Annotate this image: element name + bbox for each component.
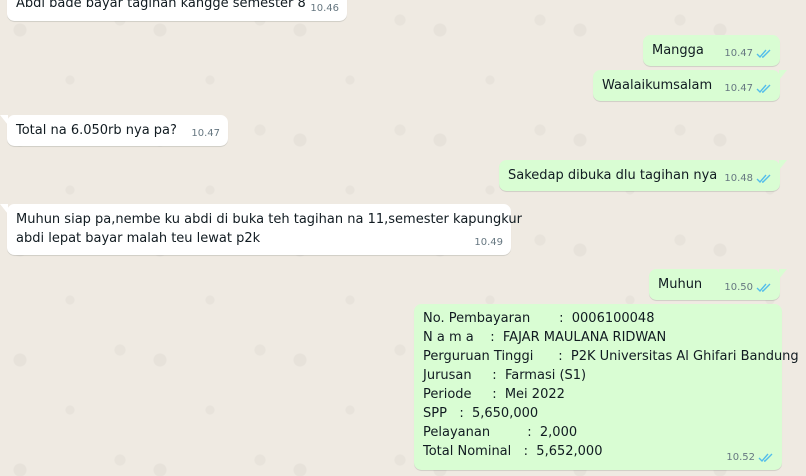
message-text: Total na 6.050rb nya pa? [16,123,177,138]
chat-conversation: Abdi bade bayar tagihan kangge semester … [0,0,806,476]
bill-line-name: N a m a : FAJAR MAULANA RIDWAN [423,330,667,345]
bill-line-major: Jurusan : Farmasi (S1) [423,368,587,383]
message-meta: 10.50 [724,278,772,297]
message-meta: 10.46 [310,0,339,18]
message-time: 10.46 [310,3,339,14]
read-ticks-icon [756,49,771,59]
message-time: 10.47 [724,83,753,94]
bill-line-period: Periode : Mei 2022 [423,387,565,402]
message-text: Abdi bade bayar tagihan kangge semester … [16,0,306,11]
message-meta: 10.49 [474,233,503,252]
read-ticks-icon [758,453,773,463]
bill-line-total: Total Nominal : 5,652,000 [423,444,603,459]
message-time: 10.47 [724,48,753,59]
message-time: 10.52 [726,452,755,463]
bill-line-service: Pelayanan : 2,000 [423,425,578,440]
message-meta: 10.47 [724,44,772,63]
incoming-message[interactable]: Abdi bade bayar tagihan kangge semester … [7,0,347,21]
bill-line-university: Perguruan Tinggi : P2K Universitas Al Gh… [423,349,799,364]
message-text-line-2: abdi lepat bayar malah teu lewat p2k [16,231,261,246]
bill-line-spp: SPP : 5,650,000 [423,406,539,421]
outgoing-message[interactable]: Sakedap dibuka dlu tagihan nya 10.48 [499,160,787,191]
message-meta: 10.47 [724,79,772,98]
read-ticks-icon [756,174,771,184]
read-ticks-icon [756,283,771,293]
message-text-line-1: Muhun siap pa,nembe ku abdi di buka teh … [16,212,522,227]
incoming-message[interactable]: Muhun siap pa,nembe ku abdi di buka teh … [0,204,522,255]
message-meta: 10.52 [726,448,774,467]
message-time: 10.47 [191,128,220,139]
incoming-message[interactable]: Total na 6.050rb nya pa? 10.47 [0,115,228,146]
message-time: 10.48 [724,173,753,184]
outgoing-message[interactable]: Muhun 10.50 [649,269,787,300]
outgoing-message[interactable]: Mangga 10.47 [643,35,780,66]
message-meta: 10.47 [191,124,220,143]
outgoing-message-bill[interactable]: No. Pembayaran : 0006100048 N a m a : FA… [414,304,799,470]
message-time: 10.50 [724,282,753,293]
message-meta: 10.48 [724,169,772,188]
read-ticks-icon [756,84,771,94]
message-time: 10.49 [474,237,503,248]
bill-line-payment-number: No. Pembayaran : 0006100048 [423,311,655,326]
outgoing-message[interactable]: Waalaikumsalam 10.47 [593,70,787,101]
